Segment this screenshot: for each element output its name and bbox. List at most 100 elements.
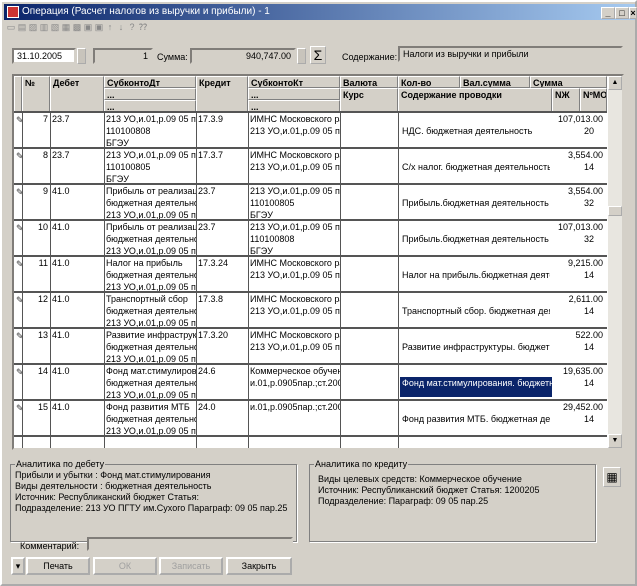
row-credit[interactable]: 24.0: [196, 401, 248, 413]
row-subconto-kt[interactable]: ИМНС Московского ра: [248, 113, 340, 125]
structure-icon[interactable]: ▩: [72, 22, 82, 34]
row-subconto-dt[interactable]: Транспортный сбор: [104, 293, 196, 305]
row-subconto-dt[interactable]: 110100805: [104, 161, 196, 173]
row-description[interactable]: Развитие инфраструктуры. бюджетн: [400, 341, 550, 353]
row-number[interactable]: 7: [22, 113, 48, 125]
row-sum[interactable]: 3,554.00: [530, 185, 605, 197]
delete-icon[interactable]: ▥: [39, 22, 49, 34]
calculator-button[interactable]: [297, 48, 306, 64]
row-number[interactable]: 13: [22, 329, 48, 341]
comment-input[interactable]: [87, 537, 293, 551]
row-sum[interactable]: 9,215.00: [530, 257, 605, 269]
row-debit[interactable]: 23.7: [50, 113, 104, 125]
row-number[interactable]: 15: [22, 401, 48, 413]
row-description[interactable]: Фонд мат.стимулирования. бюджетная: [400, 377, 552, 397]
entries-table[interactable]: № Дебет СубконтоДт...... Кредит СубконтоКт..…: [12, 74, 624, 450]
row-subconto-kt[interactable]: 213 УО,и.01,р.09 05 пар.: [248, 161, 340, 173]
header-subdt[interactable]: СубконтоДт: [104, 76, 196, 88]
row-nmo[interactable]: 14: [582, 413, 606, 425]
date-field[interactable]: 31.10.2005: [12, 48, 76, 64]
row-number[interactable]: 11: [22, 257, 48, 269]
row-description[interactable]: НДС. бюджетная деятельность: [400, 125, 550, 137]
row-credit[interactable]: 17.3.8: [196, 293, 248, 305]
row-subconto-kt[interactable]: и.01,р.0905пар.;ст.20020: [248, 377, 340, 389]
row-description[interactable]: Прибыль.бюджетная деятельность: [400, 197, 550, 209]
row-credit[interactable]: 17.3.7: [196, 149, 248, 161]
menu-dropdown-button[interactable]: ▾: [11, 557, 25, 575]
row-nmo[interactable]: 14: [582, 161, 606, 173]
row-nmo[interactable]: 32: [582, 197, 606, 209]
header-desc[interactable]: Содержание проводки: [398, 88, 552, 112]
row-description[interactable]: Транспортный сбор. бюджетная деяте: [400, 305, 550, 317]
close-form-button[interactable]: Закрыть: [226, 557, 292, 575]
row-nmo[interactable]: 14: [582, 377, 606, 389]
mark-icon[interactable]: ▧: [50, 22, 60, 34]
row-subconto-kt[interactable]: и.01,р.0905пар.;ст.20020: [248, 401, 340, 413]
row-description[interactable]: Фонд развития МТБ. бюджетная деяте: [400, 413, 550, 425]
row-subconto-kt[interactable]: ИМНС Московского ра: [248, 257, 340, 269]
down-arrow-icon[interactable]: ↓: [116, 22, 126, 34]
row-debit[interactable]: 41.0: [50, 257, 104, 269]
row-nmo[interactable]: 14: [582, 305, 606, 317]
minimize-button[interactable]: _: [601, 7, 615, 19]
row-sum[interactable]: 2,611.00: [530, 293, 605, 305]
row-debit[interactable]: 41.0: [50, 365, 104, 377]
row-subconto-dt[interactable]: бюджетная деятельно: [104, 233, 196, 245]
row-subconto-dt[interactable]: Развитие инфраструк: [104, 329, 196, 341]
row-subconto-kt[interactable]: Коммерческое обучен: [248, 365, 340, 377]
row-number[interactable]: 9: [22, 185, 48, 197]
row-number[interactable]: 12: [22, 293, 48, 305]
row-subconto-dt[interactable]: бюджетная деятельно: [104, 305, 196, 317]
row-subconto-dt[interactable]: бюджетная деятельно: [104, 341, 196, 353]
scroll-thumb[interactable]: [608, 206, 622, 216]
row-credit[interactable]: 24.6: [196, 365, 248, 377]
header-marker[interactable]: [14, 76, 22, 112]
header-subkt-2[interactable]: ...: [248, 88, 340, 100]
row-sum[interactable]: 19,635.00: [530, 365, 605, 377]
row-subconto-kt[interactable]: 213 УО,и.01,р.09 05 пар.: [248, 125, 340, 137]
header-subkt[interactable]: СубконтоКт: [248, 76, 340, 88]
row-description[interactable]: Налог на прибыль.бюджетная деятель: [400, 269, 550, 281]
row-nmo[interactable]: 32: [582, 233, 606, 245]
row-nmo[interactable]: 20: [582, 125, 606, 137]
row-subconto-kt[interactable]: ИМНС Московского ра: [248, 329, 340, 341]
header-nj[interactable]: NЖ: [552, 88, 580, 112]
number-field[interactable]: 1: [93, 48, 153, 64]
print-button[interactable]: Печать: [26, 557, 90, 575]
row-subconto-kt[interactable]: 213 УО,и.01,р.09 05 пар.: [248, 221, 340, 233]
save-button[interactable]: Записать: [159, 557, 223, 575]
row-subconto-dt[interactable]: Фонд мат.стимулирові: [104, 365, 196, 377]
row-debit[interactable]: 41.0: [50, 401, 104, 413]
header-credit[interactable]: Кредит: [196, 76, 248, 112]
row-nmo[interactable]: 14: [582, 341, 606, 353]
content-field[interactable]: Налоги из выручки и прибыли: [398, 46, 623, 62]
row-number[interactable]: 10: [22, 221, 48, 233]
close-button[interactable]: ×: [629, 7, 637, 19]
row-subconto-kt[interactable]: 110100808: [248, 233, 340, 245]
row-credit[interactable]: 17.3.20: [196, 329, 248, 341]
row-description[interactable]: Прибыль.бюджетная деятельность: [400, 233, 550, 245]
row-subconto-kt[interactable]: 213 УО,и.01,р.09 05 пар.: [248, 185, 340, 197]
row-subconto-kt[interactable]: ИМНС Московского ра: [248, 149, 340, 161]
row-subconto-kt[interactable]: ИМНС Московского ра: [248, 293, 340, 305]
row-subconto-kt[interactable]: 213 УО,и.01,р.09 05 пар.: [248, 305, 340, 317]
row-nmo[interactable]: 14: [582, 269, 606, 281]
row-subconto-dt[interactable]: 213 УО,и.01,р.09 05 пар.: [104, 149, 196, 161]
row-number[interactable]: 14: [22, 365, 48, 377]
row-sum[interactable]: 3,554.00: [530, 149, 605, 161]
row-subconto-dt[interactable]: 110100808: [104, 125, 196, 137]
row-subconto-dt[interactable]: Прибыль от реализаці: [104, 185, 196, 197]
up-arrow-icon[interactable]: ↑: [105, 22, 115, 34]
row-subconto-dt[interactable]: Прибыль от реализаці: [104, 221, 196, 233]
header-rate[interactable]: Курс: [340, 88, 398, 112]
remove-line-icon[interactable]: ▣: [94, 22, 104, 34]
header-debit[interactable]: Дебет: [50, 76, 104, 112]
calendar-button[interactable]: [77, 48, 86, 64]
header-nmo[interactable]: NºМО: [580, 88, 607, 112]
row-credit[interactable]: 17.3.24: [196, 257, 248, 269]
row-sum[interactable]: 29,452.00: [530, 401, 605, 413]
row-subconto-kt[interactable]: 213 УО,и.01,р.09 05 пар.: [248, 269, 340, 281]
whats-this-icon[interactable]: ⁇: [138, 22, 148, 34]
row-sum[interactable]: 107,013.00: [530, 221, 605, 233]
vertical-scrollbar[interactable]: ▲ ▼: [608, 76, 622, 448]
